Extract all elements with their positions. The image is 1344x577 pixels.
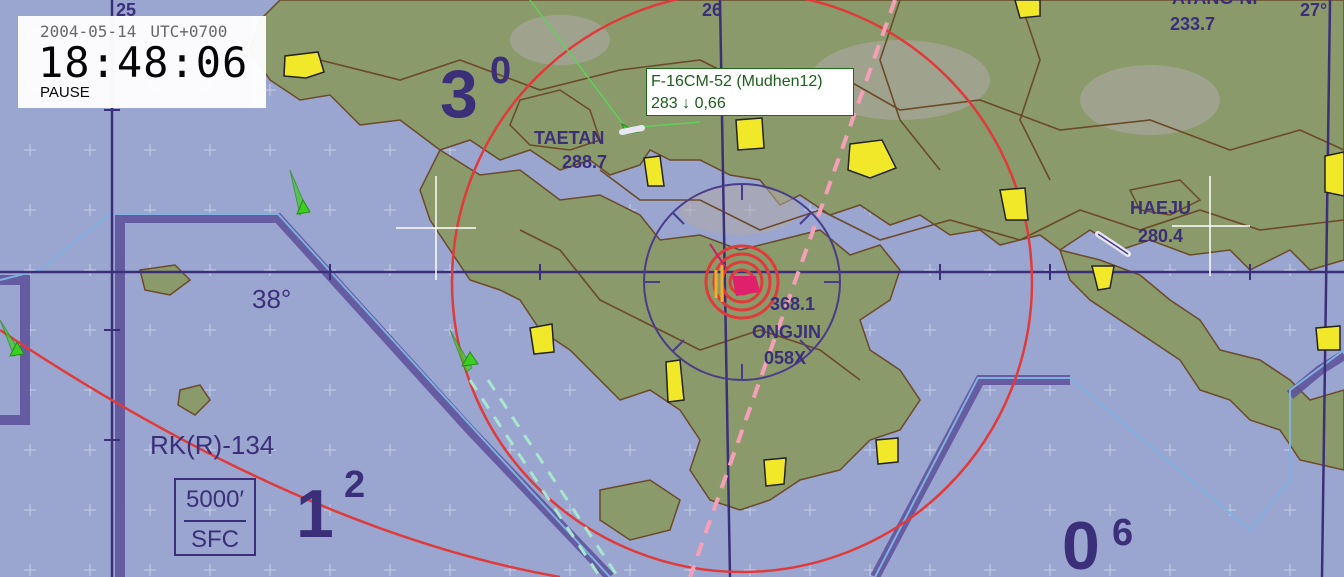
aircraft-tag[interactable]: F-16CM-52 (Mudhen12) 283 ↓ 0,66 bbox=[646, 68, 854, 116]
grid-number-sup-1: 0 bbox=[490, 50, 512, 92]
airspace-name: RK(R)-134 bbox=[150, 430, 275, 460]
grid-number-main-2: 1 bbox=[296, 476, 334, 552]
grid-number-sup-2: 2 bbox=[344, 464, 366, 506]
navaid-name: ONGJIN bbox=[752, 322, 822, 342]
navaid-freq: 368.1 bbox=[770, 294, 816, 314]
atangni-freq: 233.7 bbox=[1170, 14, 1216, 34]
haeju-freq: 280.4 bbox=[1138, 226, 1184, 246]
aircraft-tag-name: F-16CM-52 (Mudhen12) bbox=[651, 73, 823, 90]
altitude-block: 5000′ SFC bbox=[174, 478, 256, 556]
altitude-top: 5000′ bbox=[186, 486, 244, 513]
altitude-divider bbox=[184, 520, 246, 522]
altitude-bottom: SFC bbox=[191, 526, 239, 553]
navaid-channel: 058X bbox=[764, 348, 807, 368]
latitude-label: 38° bbox=[252, 284, 292, 314]
grid-number-main-1: 3 bbox=[440, 56, 478, 132]
grid-number-sup-3: 6 bbox=[1112, 512, 1134, 554]
tactical-map[interactable]: 25 26 27° 3 0 1 2 0 6 38° RK(R)-134 5000… bbox=[0, 0, 1344, 577]
edge-label-right: 27° bbox=[1300, 0, 1328, 20]
taetan-runway bbox=[619, 125, 645, 135]
clock-panel[interactable]: 2004-05-14 UTC+0700 18:48:06 PAUSE bbox=[18, 16, 266, 108]
clock-time: 18:48:06 bbox=[38, 38, 249, 87]
taetan-name: TAETAN bbox=[534, 128, 605, 148]
aircraft-tag-info: 283 ↓ 0,66 bbox=[651, 95, 726, 112]
clock-state[interactable]: PAUSE bbox=[40, 84, 90, 101]
edge-label-center: 26 bbox=[702, 0, 723, 20]
haeju-name: HAEJU bbox=[1130, 198, 1192, 218]
atangni-name: ATANG-NI bbox=[1172, 0, 1257, 8]
taetan-freq: 288.7 bbox=[562, 152, 608, 172]
grid-number-main-3: 0 bbox=[1062, 508, 1100, 577]
